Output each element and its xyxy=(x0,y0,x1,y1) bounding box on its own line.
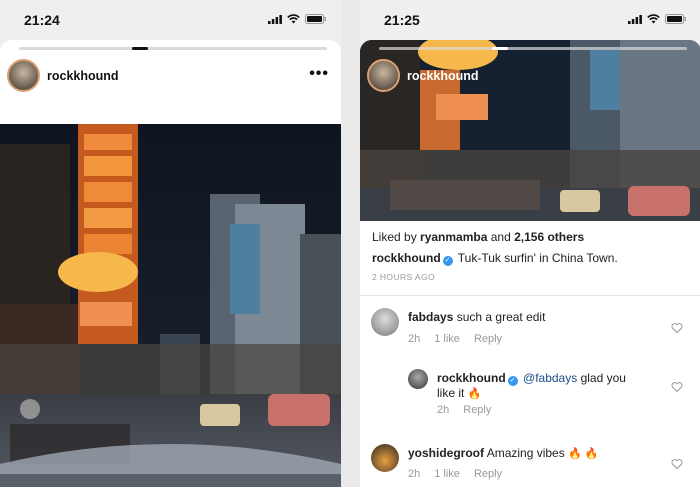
heart-icon[interactable] xyxy=(671,458,683,470)
status-icons xyxy=(268,14,327,24)
likes-line: Liked by ryanmamba and 2,156 others xyxy=(372,230,693,244)
battery-icon xyxy=(665,14,686,24)
avatar[interactable] xyxy=(371,444,399,472)
caption-username[interactable]: rockkhound xyxy=(372,251,441,265)
more-horizontal-icon[interactable]: ••• xyxy=(309,65,329,83)
divider xyxy=(360,295,700,296)
mention-link[interactable]: @fabdays xyxy=(523,371,577,385)
sheet-drag-handle[interactable] xyxy=(132,47,148,50)
status-icons xyxy=(628,14,687,24)
post-sheet: rockkhound ••• xyxy=(0,40,341,487)
comment-meta: 2h Reply xyxy=(437,404,491,416)
fire-emoji: 🔥 xyxy=(467,388,482,400)
post-photo[interactable] xyxy=(0,124,341,487)
reply-button[interactable]: Reply xyxy=(474,333,502,345)
comment-text: fabdays such a great edit xyxy=(408,310,545,324)
caption-text: Tuk-Tuk surfin' in China Town. xyxy=(457,251,618,265)
liked-by-user[interactable]: ryanmamba xyxy=(420,230,487,244)
caption: rockkhound ✓ Tuk-Tuk surfin' in China Tow… xyxy=(372,251,693,266)
comment-time: 2h xyxy=(408,333,421,345)
comment-body: Amazing vibes xyxy=(486,446,565,460)
heart-icon[interactable] xyxy=(671,322,683,334)
post-sheet: rockkhound Liked by ryanmamba and 2,156 … xyxy=(360,40,700,487)
comment-body: glad you xyxy=(580,371,626,385)
post-timestamp: 2 HOURS AGO xyxy=(372,272,435,282)
sheet-drag-handle[interactable] xyxy=(492,47,508,50)
post-username[interactable]: rockkhound xyxy=(47,69,119,83)
comment-likes[interactable]: 1 like xyxy=(434,333,460,345)
post-username[interactable]: rockkhound xyxy=(407,69,479,83)
likes-prefix: Liked by xyxy=(372,230,421,244)
likes-middle: and xyxy=(487,230,515,244)
status-time: 21:25 xyxy=(384,12,420,28)
reply-button[interactable]: Reply xyxy=(474,468,502,480)
comment-username[interactable]: yoshidegroof xyxy=(408,446,484,460)
avatar[interactable] xyxy=(7,59,40,92)
signal-icon xyxy=(628,14,642,24)
phone-screen-right: 21:25 rockkhound Liked by ryanmamba and … xyxy=(360,0,700,487)
comment-time: 2h xyxy=(408,468,421,480)
reply-button[interactable]: Reply xyxy=(463,404,491,416)
fire-emoji: 🔥 🔥 xyxy=(568,448,599,460)
comment-time: 2h xyxy=(437,404,450,416)
avatar[interactable] xyxy=(367,59,400,92)
post-header: rockkhound xyxy=(360,57,700,97)
post-photo[interactable]: rockkhound xyxy=(360,40,700,221)
comment-username[interactable]: fabdays xyxy=(408,310,453,324)
city-night-photo xyxy=(0,124,341,487)
sheet-track xyxy=(19,47,327,50)
comment-meta: 2h 1 like Reply xyxy=(408,468,502,480)
comment-meta: 2h 1 like Reply xyxy=(408,333,502,345)
likes-count[interactable]: 2,156 others xyxy=(514,230,584,244)
status-bar: 21:25 xyxy=(360,0,700,40)
heart-icon[interactable] xyxy=(671,381,683,393)
comment-item: yoshidegroof Amazing vibes 🔥 🔥 2h 1 like… xyxy=(360,442,700,487)
comment-text: yoshidegroof Amazing vibes 🔥 🔥 xyxy=(408,446,599,461)
comment-likes[interactable]: 1 like xyxy=(434,468,460,480)
comment-username[interactable]: rockkhound xyxy=(437,371,506,385)
wifi-icon xyxy=(287,14,300,24)
comment-reply-item: rockkhound ✓ @fabdays glad you like it 🔥 2… xyxy=(360,369,700,427)
comment-text: rockkhound ✓ @fabdays glad you like it 🔥 xyxy=(437,371,667,401)
battery-icon xyxy=(305,14,326,24)
sheet-track xyxy=(379,47,687,50)
status-bar: 21:24 xyxy=(0,0,341,40)
comment-item: fabdays such a great edit 2h 1 like Repl… xyxy=(360,306,700,366)
comment-body: such a great edit xyxy=(456,310,546,324)
post-header: rockkhound ••• xyxy=(0,57,341,97)
status-time: 21:24 xyxy=(24,12,60,28)
wifi-icon xyxy=(647,14,660,24)
avatar[interactable] xyxy=(408,369,428,389)
comment-body-line2: like it xyxy=(437,386,465,400)
verified-badge-icon: ✓ xyxy=(507,376,518,386)
avatar[interactable] xyxy=(371,308,399,336)
signal-icon xyxy=(268,14,282,24)
verified-badge-icon: ✓ xyxy=(442,256,453,266)
phone-screen-left: 21:24 rockkhound ••• xyxy=(0,0,341,487)
